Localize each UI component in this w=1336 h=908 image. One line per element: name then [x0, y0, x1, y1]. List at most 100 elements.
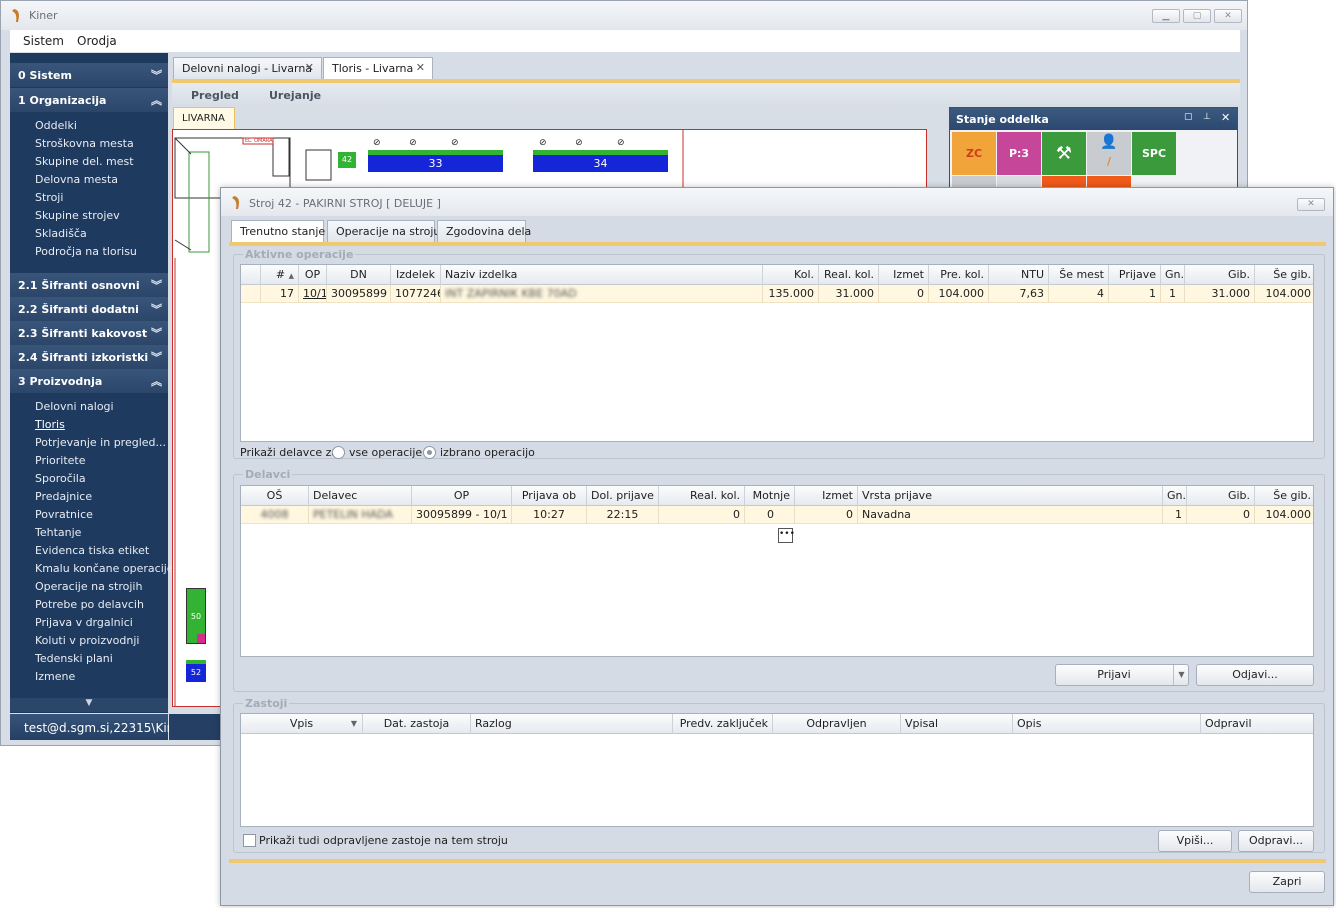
col-header-motnje[interactable]: Motnje	[745, 486, 795, 506]
sidebar-group-sistem[interactable]: 0 Sistem ︾	[10, 63, 168, 87]
col-header-prijave[interactable]: Prijave	[1109, 265, 1161, 285]
sidebar-item-skupine-del-mest[interactable]: Skupine del. mest	[35, 155, 134, 168]
stops-grid[interactable]: Vpis ▼ Dat. zastoja Razlog Predv. zaključ…	[240, 713, 1314, 827]
col-header-num[interactable]: # ▲	[261, 265, 299, 285]
sidebar-item-predajnice[interactable]: Predajnice	[35, 490, 92, 503]
prijavi-button[interactable]: Prijavi ▼	[1055, 664, 1189, 686]
restore-icon[interactable]: ▢	[1184, 112, 1193, 122]
close-icon[interactable]: ✕	[416, 61, 425, 74]
radio-all-operations[interactable]	[332, 446, 345, 459]
sidebar-item-izmene[interactable]: Izmene	[35, 670, 75, 683]
ellipsis-button[interactable]: •••	[778, 528, 795, 543]
col-header-vpis[interactable]: Vpis ▼	[241, 714, 363, 734]
tile-zc[interactable]: ZC	[952, 132, 996, 175]
zapri-button[interactable]: Zapri	[1249, 871, 1325, 893]
dialog-close-button[interactable]: ✕	[1297, 198, 1325, 211]
col-header-dat-zastoja[interactable]: Dat. zastoja	[363, 714, 471, 734]
sidebar-group-organizacija[interactable]: 1 Organizacija ︽	[10, 88, 168, 112]
col-header-se-gib[interactable]: Še gib.	[1255, 486, 1313, 506]
tile-p3[interactable]: P:3	[997, 132, 1041, 175]
col-header-dol-prijave[interactable]: Dol. prijave	[587, 486, 659, 506]
active-operations-grid[interactable]: # ▲ OP DN Izdelek Naziv izdelka Kol. Rea…	[240, 264, 1314, 442]
sidebar-item-prioritete[interactable]: Prioritete	[35, 454, 86, 467]
tab-delovni-nalogi[interactable]: Delovni nalogi - Livarna ✕	[173, 57, 322, 79]
sidebar-item-skupine-strojev[interactable]: Skupine strojev	[35, 209, 120, 222]
radio-all-label[interactable]: vse operacije	[349, 446, 422, 459]
odjavi-button[interactable]: Odjavi...	[1196, 664, 1314, 686]
sidebar-item-tehtanje[interactable]: Tehtanje	[35, 526, 81, 539]
sidebar-item-prijava-v-drgalnici[interactable]: Prijava v drgalnici	[35, 616, 133, 629]
machine-34[interactable]: 34	[533, 150, 668, 172]
show-fixed-stops-label[interactable]: Prikaži tudi odpravljene zastoje na tem …	[259, 834, 508, 847]
sidebar-item-podrocja-na-tlorisu[interactable]: Področja na tlorisu	[35, 245, 137, 258]
col-header-se-gib[interactable]: Še gib.	[1255, 265, 1313, 285]
dropdown-arrow-icon[interactable]: ▼	[1173, 665, 1189, 685]
menu-orodja[interactable]: Orodja	[77, 34, 117, 48]
col-header-ntu[interactable]: NTU	[989, 265, 1049, 285]
close-button[interactable]: ✕	[1214, 9, 1242, 23]
close-icon[interactable]: ✕	[1221, 111, 1230, 124]
col-header-gib[interactable]: Gib.	[1185, 265, 1255, 285]
col-header-odpravljen[interactable]: Odpravljen	[773, 714, 901, 734]
tab-urejanje[interactable]: Urejanje	[269, 89, 321, 102]
radio-selected-operation[interactable]	[423, 446, 436, 459]
menu-sistem[interactable]: Sistem	[23, 34, 64, 48]
col-header-se-mest[interactable]: Še mest	[1049, 265, 1109, 285]
minimize-button[interactable]: ▁	[1152, 9, 1180, 23]
col-header-real-kol[interactable]: Real. kol.	[659, 486, 745, 506]
tile-worker[interactable]: 👤 /	[1087, 132, 1131, 175]
machine-42[interactable]: 42	[338, 152, 356, 168]
pin-icon[interactable]: ⊥	[1203, 112, 1211, 122]
sidebar-item-potrebe-po-delavcih[interactable]: Potrebe po delavcih	[35, 598, 144, 611]
tab-trenutno-stanje[interactable]: Trenutno stanje	[231, 220, 325, 242]
sidebar-item-oddelki[interactable]: Oddelki	[35, 119, 77, 132]
col-header-op[interactable]: OP	[412, 486, 512, 506]
sidebar-group-sifranti-osnovni[interactable]: 2.1 Šifranti osnovni ︾	[10, 273, 168, 297]
sidebar-item-potrjevanje[interactable]: Potrjevanje in pregled...	[35, 436, 166, 449]
machine-52[interactable]: 52	[186, 660, 206, 682]
cell-op-link[interactable]: 10/1	[299, 285, 327, 303]
tile-spc[interactable]: SPC	[1132, 132, 1176, 175]
sidebar-item-kmalu-koncane[interactable]: Kmalu končane operacije	[35, 562, 174, 575]
col-header-kol[interactable]: Kol.	[763, 265, 819, 285]
sidebar-group-sifranti-kakovost[interactable]: 2.3 Šifranti kakovost ︾	[10, 321, 168, 345]
sidebar-item-koluti[interactable]: Koluti v proizvodnji	[35, 634, 139, 647]
tab-pregled[interactable]: Pregled	[191, 89, 239, 102]
tab-zgodovina-dela[interactable]: Zgodovina dela	[437, 220, 531, 242]
show-fixed-stops-checkbox[interactable]	[243, 834, 256, 847]
sidebar-item-sporocila[interactable]: Sporočila	[35, 472, 86, 485]
sidebar-item-operacije-na-strojih[interactable]: Operacije na strojih	[35, 580, 142, 593]
col-header-os[interactable]: OŠ	[241, 486, 309, 506]
col-header-izdelek[interactable]: Izdelek	[391, 265, 441, 285]
workers-grid[interactable]: OŠ Delavec OP Prijava ob Dol. prijave Re…	[240, 485, 1314, 657]
col-header-pre-kol[interactable]: Pre. kol.	[929, 265, 989, 285]
col-header-gn[interactable]: Gn.	[1163, 486, 1187, 506]
sidebar-item-skladisca[interactable]: Skladišča	[35, 227, 87, 240]
col-header-izmet[interactable]: Izmet	[879, 265, 929, 285]
sidebar-item-evidenca-tiska[interactable]: Evidenca tiska etiket	[35, 544, 149, 557]
sidebar-item-stroskovna-mesta[interactable]: Stroškovna mesta	[35, 137, 134, 150]
sidebar-item-tloris[interactable]: Tloris	[35, 418, 65, 431]
sidebar-group-proizvodnja[interactable]: 3 Proizvodnja ︽	[10, 369, 168, 393]
sidebar-item-delovni-nalogi[interactable]: Delovni nalogi	[35, 400, 114, 413]
sidebar-item-tedenski-plani[interactable]: Tedenski plani	[35, 652, 113, 665]
sidebar-group-sifranti-izkoristki[interactable]: 2.4 Šifranti izkoristki ︾	[10, 345, 168, 369]
col-header-real-kol[interactable]: Real. kol.	[819, 265, 879, 285]
close-icon[interactable]: ✕	[305, 61, 314, 74]
vpisi-button[interactable]: Vpiši...	[1158, 830, 1232, 852]
table-row[interactable]: 17 10/1 30095899 1077246 INT ZAPIRNIK KB…	[241, 285, 1313, 303]
tab-operacije-na-stroju[interactable]: Operacije na stroju	[327, 220, 440, 242]
sidebar-item-stroji[interactable]: Stroji	[35, 191, 63, 204]
col-header-gib[interactable]: Gib.	[1187, 486, 1255, 506]
col-header-delavec[interactable]: Delavec	[309, 486, 412, 506]
col-header-prijava-ob[interactable]: Prijava ob	[512, 486, 587, 506]
radio-selected-label[interactable]: izbrano operacijo	[440, 446, 535, 459]
machine-33[interactable]: 33	[368, 150, 503, 172]
tile-tools[interactable]: ⚒	[1042, 132, 1086, 175]
odpravi-button[interactable]: Odpravi...	[1238, 830, 1314, 852]
tab-tloris[interactable]: Tloris - Livarna ✕	[323, 57, 433, 79]
tab-livarna[interactable]: LIVARNA	[173, 107, 235, 129]
col-header-naziv[interactable]: Naziv izdelka	[441, 265, 763, 285]
col-header-gn[interactable]: Gn.	[1161, 265, 1185, 285]
col-header-op[interactable]: OP	[299, 265, 327, 285]
